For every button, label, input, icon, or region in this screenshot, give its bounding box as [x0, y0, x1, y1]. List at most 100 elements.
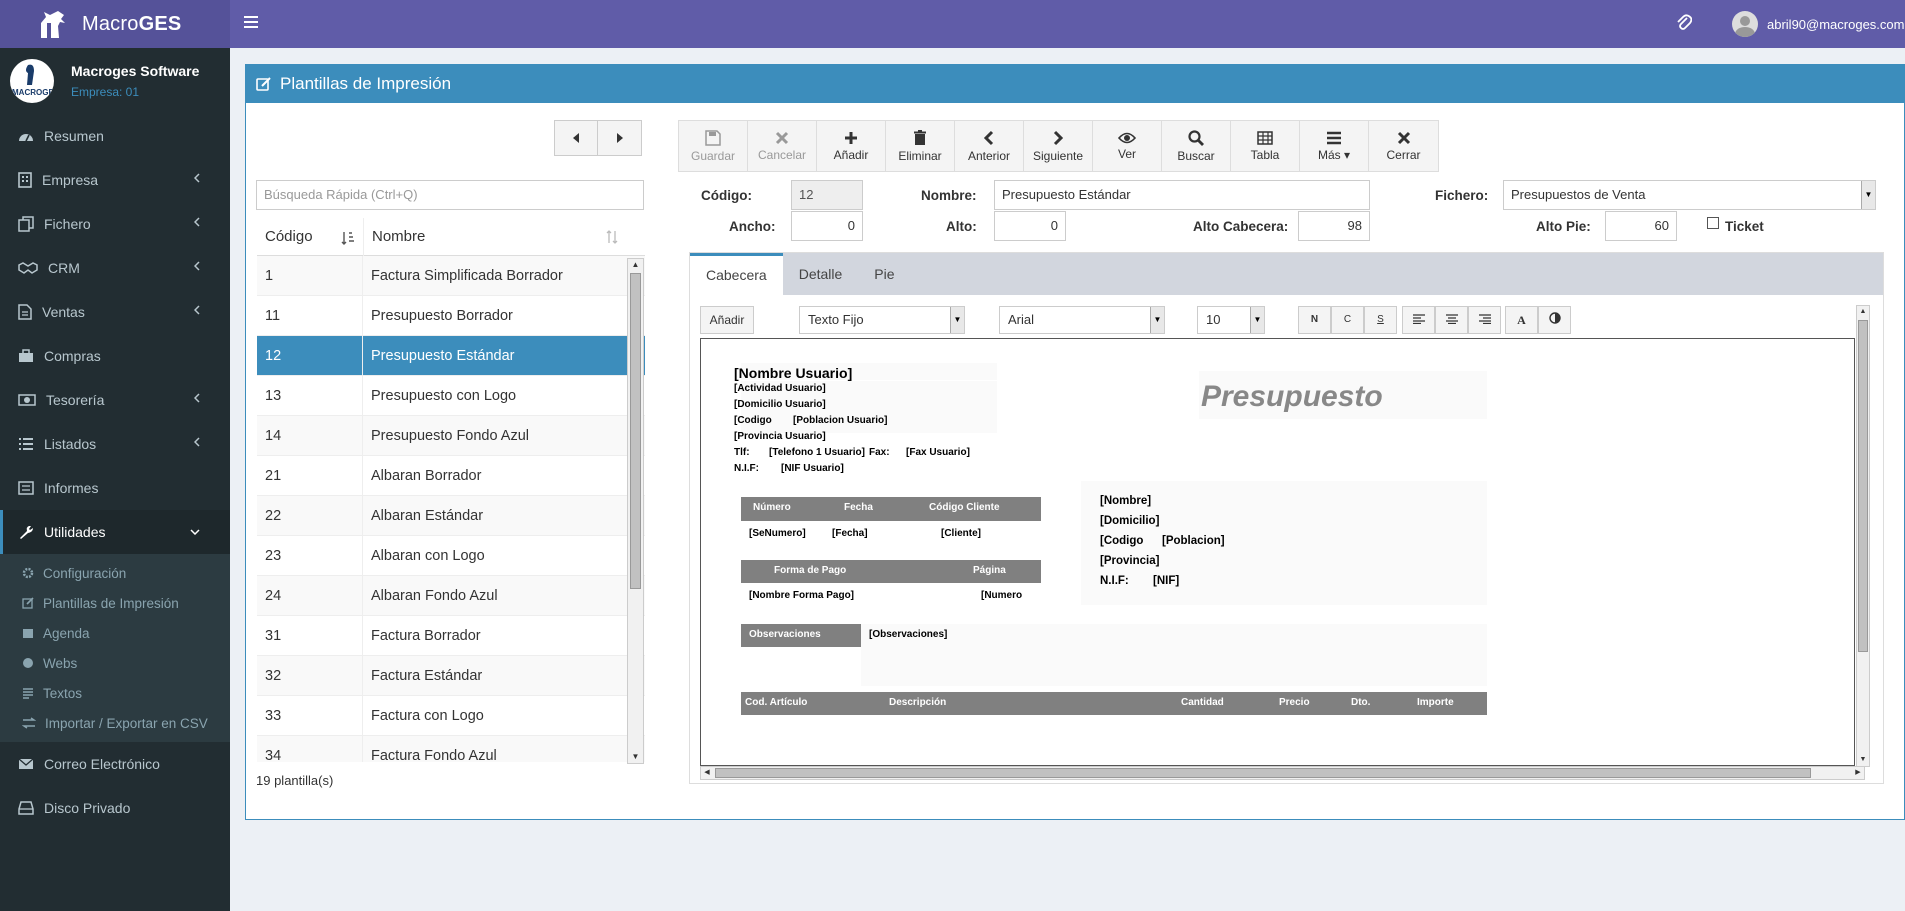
canvas-fax-label[interactable]: Fax: — [869, 447, 890, 458]
nombre-field[interactable]: Presupuesto Estándar — [994, 180, 1370, 210]
align-left-button[interactable] — [1402, 306, 1435, 334]
canvas-cliente-domicilio[interactable]: [Domicilio] — [1100, 515, 1159, 527]
canvas-provincia[interactable]: [Provincia Usuario] — [734, 431, 826, 442]
table-row[interactable]: 21 Albaran Borrador — [257, 455, 645, 496]
ticket-checkbox[interactable] — [1707, 217, 1719, 229]
sidebar-item-correo[interactable]: Correo Electrónico — [0, 742, 230, 786]
table-row[interactable]: 13 Presupuesto con Logo — [257, 375, 645, 416]
alto-cabecera-field[interactable]: 98 — [1298, 211, 1370, 241]
submenu-item-plantillas[interactable]: Plantillas de Impresión — [0, 588, 230, 618]
canvas-cliente-nif[interactable]: [NIF] — [1153, 575, 1179, 587]
table-row[interactable]: 23 Albaran con Logo — [257, 535, 645, 576]
sidebar-item-empresa[interactable]: Empresa — [0, 158, 230, 202]
cancel-button[interactable]: Cancelar — [748, 121, 817, 171]
element-type-select[interactable]: Texto Fijo ▼ — [799, 306, 965, 334]
canvas-telefono[interactable]: [Telefono 1 Usuario] — [769, 447, 865, 458]
sidebar-item-resumen[interactable]: Resumen — [0, 114, 230, 158]
table-row[interactable]: 14 Presupuesto Fondo Azul — [257, 415, 645, 456]
canvas-detail-header-bar[interactable]: Cod. Artículo Descripción Cantidad Preci… — [741, 692, 1487, 715]
canvas-poblacion[interactable]: [Poblacion Usuario] — [793, 415, 887, 426]
italic-button[interactable]: C — [1331, 306, 1364, 334]
alto-pie-field[interactable]: 60 — [1605, 211, 1677, 241]
align-center-button[interactable] — [1435, 306, 1468, 334]
underline-button[interactable]: S — [1364, 306, 1397, 334]
canvas-pagina[interactable]: [Numero — [981, 590, 1022, 601]
close-button[interactable]: Cerrar — [1369, 121, 1438, 171]
next-button[interactable]: Siguiente — [1024, 121, 1093, 171]
table-button[interactable]: Tabla — [1231, 121, 1300, 171]
fichero-select[interactable]: Presupuestos de Venta ▼ — [1503, 180, 1876, 210]
user-menu[interactable]: abril90@macroges.com — [1732, 11, 1904, 37]
sidebar-item-ventas[interactable]: Ventas — [0, 290, 230, 334]
canvas-actividad[interactable]: [Actividad Usuario] — [734, 383, 826, 394]
submenu-item-textos[interactable]: Textos — [0, 678, 230, 708]
canvas-payment-header-bar[interactable]: Forma de Pago Página — [741, 560, 1041, 583]
bold-button[interactable]: N — [1298, 306, 1331, 334]
table-row[interactable]: 34 Factura Fondo Azul — [257, 735, 645, 762]
prev-page-button[interactable] — [554, 120, 598, 156]
canvas-cliente-poblacion[interactable]: [Poblacion] — [1162, 535, 1225, 547]
more-button[interactable]: Más ▾ — [1300, 121, 1369, 171]
align-right-button[interactable] — [1468, 306, 1501, 334]
add-element-button[interactable]: Añadir — [700, 306, 754, 334]
save-button[interactable]: Guardar — [679, 121, 748, 171]
list-scrollbar[interactable]: ▲ ▼ — [627, 258, 644, 764]
canvas-nombre-usuario[interactable]: [Nombre Usuario] — [734, 365, 852, 381]
sidebar-item-tesoreria[interactable]: Tesorería — [0, 378, 230, 422]
canvas-nif-label[interactable]: N.I.F: — [734, 463, 759, 474]
brand-logo[interactable]: MacroGES — [0, 0, 230, 48]
font-size-select[interactable]: 10 ▼ — [1197, 306, 1265, 334]
canvas-presupuesto-title[interactable]: Presupuesto — [1201, 380, 1383, 414]
canvas-horizontal-scrollbar[interactable]: ◀ ▶ — [700, 766, 1865, 780]
design-canvas[interactable]: [Nombre Usuario] [Actividad Usuario] [Do… — [700, 338, 1855, 766]
next-page-button[interactable] — [598, 120, 642, 156]
sidebar-item-crm[interactable]: CRM — [0, 246, 230, 290]
canvas-observaciones-label[interactable]: Observaciones — [741, 624, 861, 647]
table-row[interactable]: 33 Factura con Logo — [257, 695, 645, 736]
search-button[interactable]: Buscar — [1162, 121, 1231, 171]
table-row[interactable]: 22 Albaran Estándar — [257, 495, 645, 536]
tab-detalle[interactable]: Detalle — [783, 253, 859, 295]
table-row[interactable]: 32 Factura Estándar — [257, 655, 645, 696]
canvas-tlf-label[interactable]: Tlf: — [734, 447, 750, 458]
paperclip-icon[interactable] — [1676, 14, 1693, 35]
ancho-field[interactable]: 0 — [791, 211, 863, 241]
tab-cabecera[interactable]: Cabecera — [690, 253, 783, 295]
table-row[interactable]: 31 Factura Borrador — [257, 615, 645, 656]
previous-button[interactable]: Anterior — [955, 121, 1024, 171]
sidebar-item-fichero[interactable]: Fichero — [0, 202, 230, 246]
quick-search-input[interactable]: Búsqueda Rápida (Ctrl+Q) — [256, 180, 644, 210]
canvas-fax[interactable]: [Fax Usuario] — [906, 447, 970, 458]
sidebar-item-utilidades[interactable]: Utilidades — [0, 510, 230, 554]
sidebar-item-informes[interactable]: Informes — [0, 466, 230, 510]
canvas-codigo[interactable]: [Codigo — [734, 415, 772, 426]
canvas-domicilio[interactable]: [Domicilio Usuario] — [734, 399, 826, 410]
canvas-nif[interactable]: [NIF Usuario] — [781, 463, 844, 474]
canvas-doc-header-bar[interactable]: Número Fecha Código Cliente — [741, 497, 1041, 521]
submenu-item-configuracion[interactable]: Configuración — [0, 558, 230, 588]
table-row[interactable]: 11 Presupuesto Borrador — [257, 295, 645, 336]
canvas-cliente-nombre[interactable]: [Nombre] — [1100, 495, 1151, 507]
delete-button[interactable]: Eliminar — [886, 121, 955, 171]
submenu-item-agenda[interactable]: Agenda — [0, 618, 230, 648]
canvas-forma-pago[interactable]: [Nombre Forma Pago] — [749, 590, 854, 601]
submenu-item-csv[interactable]: Importar / Exportar en CSV — [0, 708, 230, 738]
add-button[interactable]: Añadir — [817, 121, 886, 171]
canvas-observaciones[interactable]: [Observaciones] — [869, 629, 947, 640]
canvas-numero[interactable]: [SeNumero] — [749, 528, 806, 539]
background-color-button[interactable] — [1538, 306, 1571, 334]
canvas-cliente-codigo[interactable]: [Codigo — [1100, 535, 1143, 547]
header-nombre[interactable]: Nombre — [363, 218, 627, 256]
font-color-button[interactable]: A — [1505, 306, 1538, 334]
canvas-vertical-scrollbar[interactable]: ▲ ▼ — [1856, 305, 1870, 767]
font-family-select[interactable]: Arial ▼ — [999, 306, 1165, 334]
canvas-cliente[interactable]: [Cliente] — [941, 528, 981, 539]
submenu-item-webs[interactable]: Webs — [0, 648, 230, 678]
table-row[interactable]: 1 Factura Simplificada Borrador — [257, 255, 645, 296]
sidebar-item-disco[interactable]: Disco Privado — [0, 786, 230, 830]
codigo-field[interactable]: 12 — [791, 180, 863, 210]
canvas-cliente-nif-label[interactable]: N.I.F: — [1100, 575, 1129, 587]
table-row[interactable]: 12 Presupuesto Estándar — [257, 335, 645, 376]
view-button[interactable]: Ver — [1093, 121, 1162, 171]
canvas-cliente-provincia[interactable]: [Provincia] — [1100, 555, 1159, 567]
